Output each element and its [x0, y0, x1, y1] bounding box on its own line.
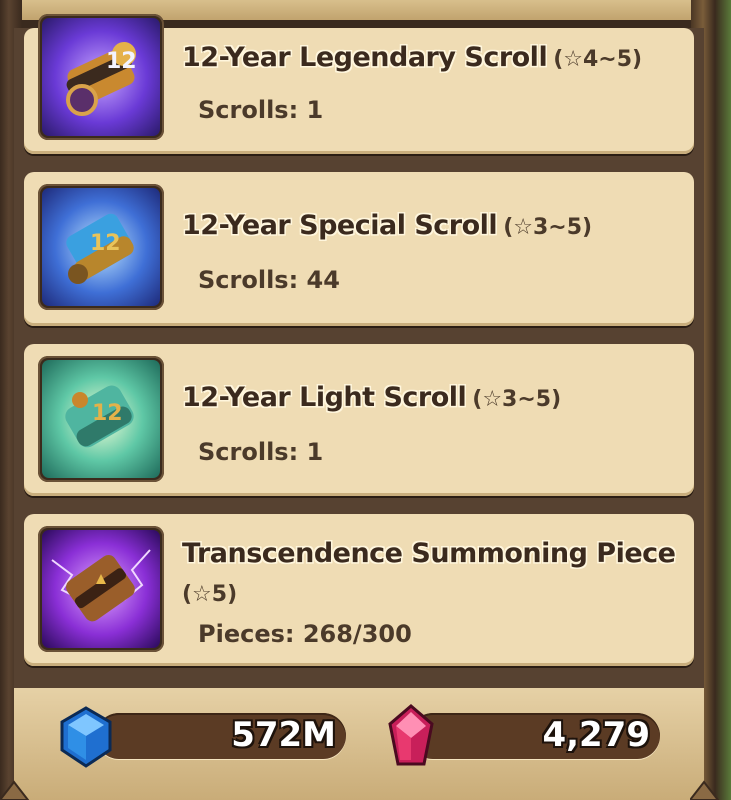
item-count: Scrolls: 1: [198, 438, 324, 466]
star-range: (☆3~5): [503, 215, 593, 240]
item-title: 12-Year Special Scroll: [182, 210, 498, 241]
blue-crystal-icon: [60, 706, 112, 768]
legendary-scroll-icon: 12: [38, 14, 164, 140]
item-count: Scrolls: 44: [198, 266, 340, 294]
item-title: Transcendence Summoning Piece: [182, 538, 676, 569]
svg-text:12: 12: [106, 49, 137, 74]
transcendence-piece-icon: [38, 526, 164, 652]
mana-value: 572M: [231, 715, 336, 755]
item-card-special-scroll[interactable]: 12 12-Year Special Scroll (☆3~5) Scrolls:…: [24, 172, 694, 326]
light-scroll-icon: 12: [38, 356, 164, 482]
crystal-currency-display: 4,279: [410, 713, 660, 759]
special-scroll-icon: 12: [38, 184, 164, 310]
star-range: (☆3~5): [472, 387, 562, 412]
item-card-legendary-scroll[interactable]: 12 12-Year Legendary Scroll (☆4~5) Scroll…: [24, 14, 694, 154]
item-count: Pieces: 268/300: [198, 620, 412, 648]
svg-text:12: 12: [90, 231, 121, 256]
star-range: (☆5): [182, 582, 238, 607]
item-card-light-scroll[interactable]: 12 12-Year Light Scroll (☆3~5) Scrolls: 1: [24, 344, 694, 496]
corner-ornament-right: [690, 780, 720, 800]
corner-ornament-left: [0, 780, 30, 800]
item-card-transcendence-piece[interactable]: Transcendence Summoning Piece (☆5) Piece…: [24, 514, 694, 666]
crystal-value: 4,279: [542, 715, 650, 755]
star-range: (☆4~5): [553, 47, 643, 72]
svg-text:12: 12: [92, 401, 123, 426]
mana-currency-display: 572M: [96, 713, 346, 759]
item-title: 12-Year Legendary Scroll: [182, 42, 548, 73]
item-title: 12-Year Light Scroll: [182, 382, 467, 413]
red-crystal-icon: [388, 704, 434, 766]
item-count: Scrolls: 1: [198, 96, 324, 124]
